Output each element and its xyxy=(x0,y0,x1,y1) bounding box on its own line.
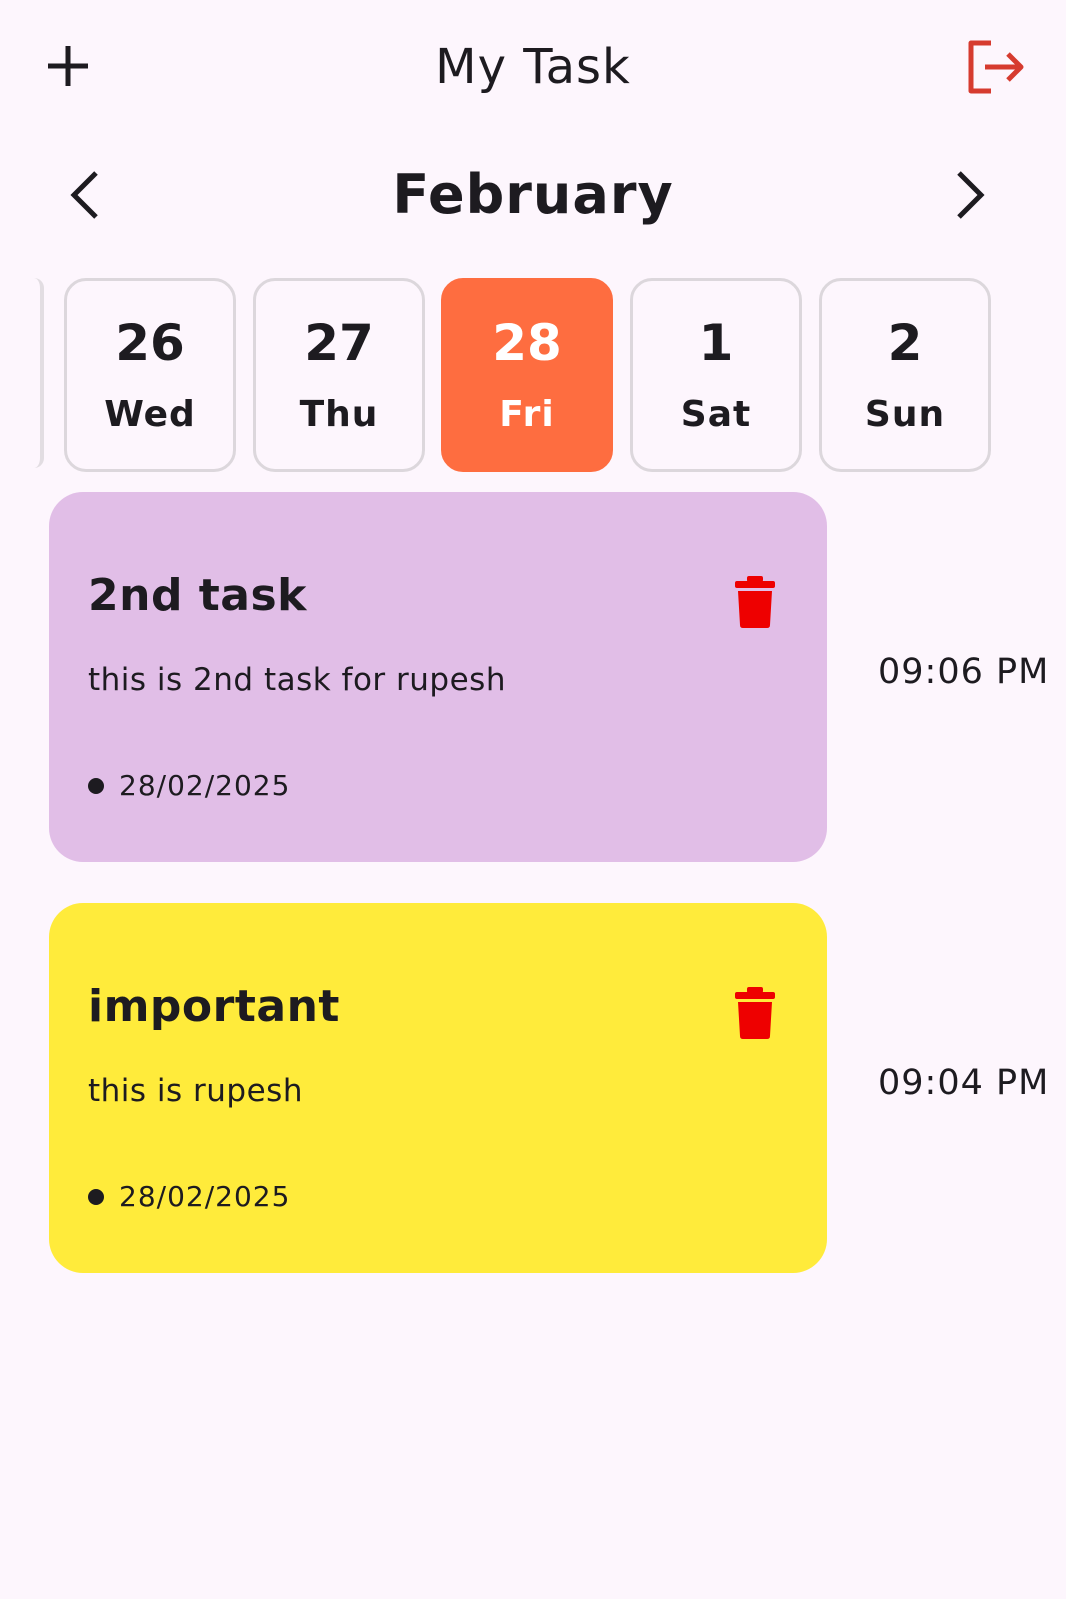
task-card[interactable]: important this is rupesh 28/02/2025 xyxy=(49,903,827,1273)
date-card-selected[interactable]: 28 Fri xyxy=(441,278,613,472)
date-card-partial xyxy=(34,278,44,468)
date-number: 1 xyxy=(698,314,734,372)
task-date-row: 28/02/2025 xyxy=(88,1179,290,1215)
date-card[interactable]: 1 Sat xyxy=(630,278,802,472)
date-number: 26 xyxy=(115,314,185,372)
date-number: 28 xyxy=(492,314,562,372)
next-month-button[interactable] xyxy=(945,160,995,230)
date-number: 27 xyxy=(304,314,374,372)
task-card[interactable]: 2nd task this is 2nd task for rupesh 28/… xyxy=(49,492,827,862)
trash-icon xyxy=(735,987,775,1039)
date-weekday: Thu xyxy=(299,394,379,435)
page-title: My Task xyxy=(435,39,631,95)
date-card[interactable]: 2 Sun xyxy=(819,278,991,472)
date-card[interactable]: 27 Thu xyxy=(253,278,425,472)
logout-icon xyxy=(968,40,1024,94)
task-date-row: 28/02/2025 xyxy=(88,768,290,804)
bullet-icon xyxy=(88,1189,104,1205)
trash-icon xyxy=(735,576,775,628)
month-label: February xyxy=(392,163,674,226)
logout-button[interactable] xyxy=(962,34,1032,100)
task-title: 2nd task xyxy=(88,570,307,621)
delete-task-button[interactable] xyxy=(735,987,775,1039)
task-date: 28/02/2025 xyxy=(119,769,291,802)
chevron-right-icon xyxy=(957,171,985,219)
task-time: 09:04 PM xyxy=(878,1063,1050,1103)
bullet-icon xyxy=(88,778,104,794)
date-number: 2 xyxy=(887,314,923,372)
date-card[interactable]: 26 Wed xyxy=(64,278,236,472)
date-weekday: Sat xyxy=(680,394,752,435)
date-weekday: Sun xyxy=(864,394,946,435)
delete-task-button[interactable] xyxy=(735,576,775,628)
task-description: this is 2nd task for rupesh xyxy=(88,662,506,698)
date-weekday: Wed xyxy=(104,394,196,435)
date-weekday: Fri xyxy=(499,394,555,435)
task-title: important xyxy=(88,981,340,1032)
task-description: this is rupesh xyxy=(88,1073,303,1109)
task-date: 28/02/2025 xyxy=(119,1180,291,1213)
task-time: 09:06 PM xyxy=(878,652,1050,692)
